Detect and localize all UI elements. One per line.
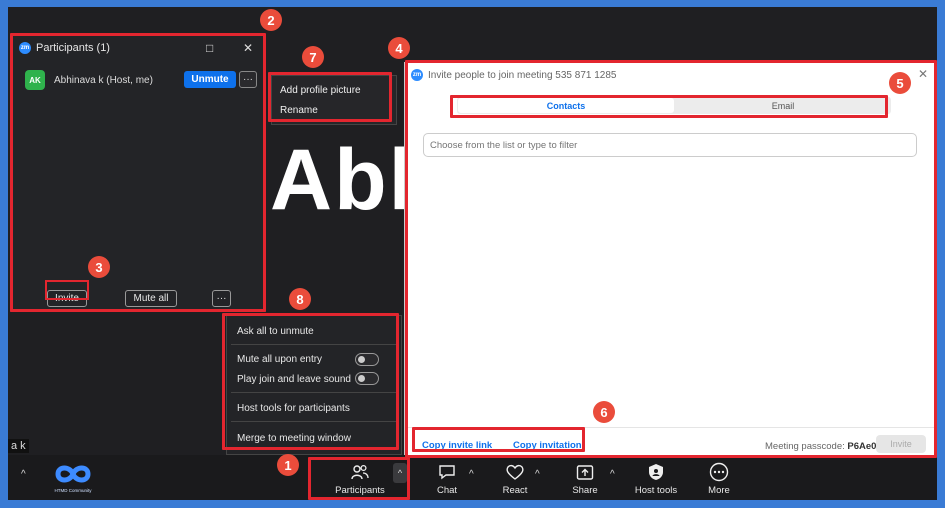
infinity-logo-icon bbox=[55, 465, 91, 483]
logo-text: HTMD Community bbox=[54, 488, 92, 493]
chat-button[interactable]: Chat bbox=[435, 462, 459, 496]
annotation-badge-5: 5 bbox=[889, 72, 911, 94]
chat-label: Chat bbox=[436, 485, 458, 496]
annotation-badge-2: 2 bbox=[260, 9, 282, 31]
highlight-copy-links bbox=[412, 427, 585, 452]
host-tools-button[interactable]: Host tools bbox=[632, 462, 680, 496]
highlight-host-tools-menu bbox=[222, 313, 399, 450]
shield-icon bbox=[648, 462, 664, 482]
react-button[interactable]: React bbox=[501, 462, 529, 496]
more-label: More bbox=[708, 485, 730, 496]
more-button[interactable]: More bbox=[705, 462, 733, 496]
highlight-context-menu bbox=[268, 72, 392, 122]
share-button[interactable]: Share bbox=[571, 462, 599, 496]
highlight-invite-button bbox=[45, 280, 89, 300]
share-icon bbox=[576, 462, 594, 482]
react-label: React bbox=[502, 485, 528, 496]
heart-icon bbox=[505, 462, 525, 482]
share-chevron-up-icon[interactable]: ^ bbox=[610, 469, 615, 480]
chevron-up-icon[interactable]: ^ bbox=[21, 469, 26, 480]
highlight-participants-panel bbox=[10, 33, 266, 312]
chat-chevron-up-icon[interactable]: ^ bbox=[469, 469, 474, 480]
video-name-label: a k bbox=[8, 439, 29, 453]
more-icon bbox=[709, 462, 729, 482]
meeting-toolbar: ^ HTMD Community Participants 1 ^ Chat ^ bbox=[8, 455, 937, 500]
chat-icon bbox=[438, 462, 456, 482]
highlight-invite-dialog bbox=[405, 60, 937, 458]
annotation-badge-7: 7 bbox=[302, 46, 324, 68]
host-tools-label: Host tools bbox=[634, 485, 678, 496]
react-chevron-up-icon[interactable]: ^ bbox=[535, 469, 540, 480]
share-label: Share bbox=[572, 485, 598, 496]
htmd-logo: HTMD Community bbox=[44, 460, 102, 496]
annotation-badge-3: 3 bbox=[88, 256, 110, 278]
annotation-badge-6: 6 bbox=[593, 401, 615, 423]
annotation-badge-1: 1 bbox=[277, 454, 299, 476]
highlight-invite-tabs bbox=[450, 95, 888, 118]
annotation-badge-8: 8 bbox=[289, 288, 311, 310]
highlight-participants-button bbox=[308, 457, 410, 500]
annotation-badge-4: 4 bbox=[388, 37, 410, 59]
